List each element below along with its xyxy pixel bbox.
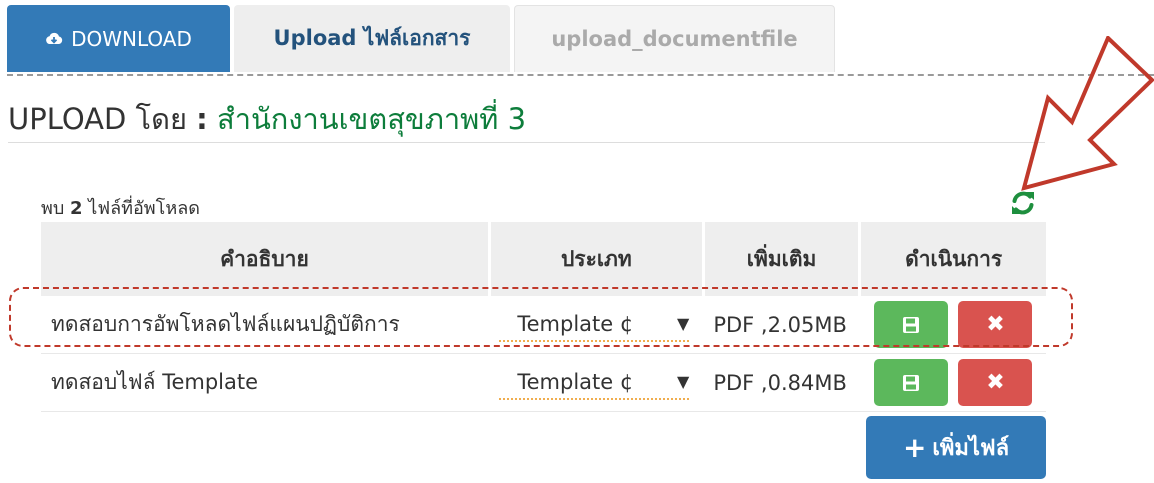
- row-actions-cell: ✖: [859, 296, 1046, 354]
- dropdown-caret-icon: ▼: [677, 371, 690, 391]
- add-file-label: เพิ่มไฟล์: [932, 436, 1010, 461]
- tab-divider: [7, 74, 1154, 76]
- delete-button[interactable]: ✖: [958, 301, 1033, 348]
- tab-documentfile-label: upload_documentfile: [551, 27, 798, 51]
- save-button[interactable]: [873, 359, 948, 406]
- refresh-icon[interactable]: [1010, 190, 1036, 216]
- tab-download[interactable]: DOWNLOAD: [7, 5, 230, 72]
- dropdown-caret-icon: ▼: [677, 313, 690, 333]
- tab-upload-documentfile[interactable]: upload_documentfile: [514, 5, 835, 72]
- floppy-disk-icon: [902, 374, 919, 391]
- row-description-cell: ทดสอบไฟล์ Template: [41, 353, 490, 412]
- file-count: พบ 2 ไฟล์ที่อัพโหลด: [41, 193, 200, 222]
- title-colon: :: [196, 102, 208, 136]
- type-select-value: Template ¢: [517, 369, 634, 394]
- tab-upload-label: Upload ไฟล์เอกสาร: [273, 26, 471, 50]
- cloud-download-icon: [46, 32, 63, 44]
- delete-button[interactable]: ✖: [958, 359, 1033, 406]
- type-select[interactable]: Template ¢ ▼: [499, 308, 690, 342]
- title-divider: [8, 142, 1045, 143]
- delete-icon: ✖: [986, 369, 1005, 395]
- header-actions: ดำเนินการ: [858, 222, 1046, 296]
- organization-name: สำนักงานเขตสุขภาพที่ 3: [217, 102, 527, 136]
- tab-bar: DOWNLOAD Upload ไฟล์เอกสาร upload_docume…: [7, 5, 839, 72]
- row-type-cell: Template ¢ ▼: [489, 296, 704, 354]
- row-description: ทดสอบไฟล์ Template: [51, 370, 259, 394]
- file-count-prefix: พบ: [41, 198, 65, 219]
- file-count-number: 2: [70, 198, 83, 219]
- type-select-value: Template ¢: [517, 311, 634, 336]
- row-description: ทดสอบการอัพโหลดไฟล์แผนปฏิบัติการ: [51, 312, 400, 336]
- type-select[interactable]: Template ¢ ▼: [499, 366, 690, 400]
- file-count-suffix: ไฟล์ที่อัพโหลด: [88, 198, 200, 219]
- header-type: ประเภท: [487, 222, 704, 296]
- uploaded-files-table: คำอธิบาย ประเภท เพิ่มเติม ดำเนินการ ทดสอ…: [41, 222, 1046, 412]
- title-prefix: UPLOAD โดย: [8, 102, 187, 136]
- floppy-disk-icon: [902, 316, 919, 333]
- save-button[interactable]: [873, 301, 948, 348]
- header-description: คำอธิบาย: [41, 222, 490, 296]
- table-row: ทดสอบไฟล์ Template Template ¢ ▼ PDF ,0.8…: [41, 353, 1046, 412]
- add-file-button[interactable]: + เพิ่มไฟล์: [866, 416, 1046, 479]
- tab-download-label: DOWNLOAD: [71, 26, 192, 51]
- row-extra: PDF ,0.84MB: [703, 353, 860, 412]
- page-title: UPLOAD โดย : สำนักงานเขตสุขภาพที่ 3: [8, 96, 526, 142]
- row-actions-cell: ✖: [859, 353, 1046, 412]
- tab-upload-document[interactable]: Upload ไฟล์เอกสาร: [234, 5, 510, 72]
- annotation-arrow-icon: [1021, 36, 1154, 191]
- header-extra: เพิ่มเติม: [701, 222, 860, 296]
- delete-icon: ✖: [986, 311, 1005, 337]
- row-description-cell: ทดสอบการอัพโหลดไฟล์แผนปฏิบัติการ: [41, 296, 490, 354]
- table-header-row: คำอธิบาย ประเภท เพิ่มเติม ดำเนินการ: [41, 222, 1046, 296]
- table-row: ทดสอบการอัพโหลดไฟล์แผนปฏิบัติการ Templat…: [41, 296, 1046, 354]
- row-extra: PDF ,2.05MB: [703, 296, 860, 354]
- row-type-cell: Template ¢ ▼: [489, 353, 704, 412]
- plus-icon: +: [902, 430, 927, 464]
